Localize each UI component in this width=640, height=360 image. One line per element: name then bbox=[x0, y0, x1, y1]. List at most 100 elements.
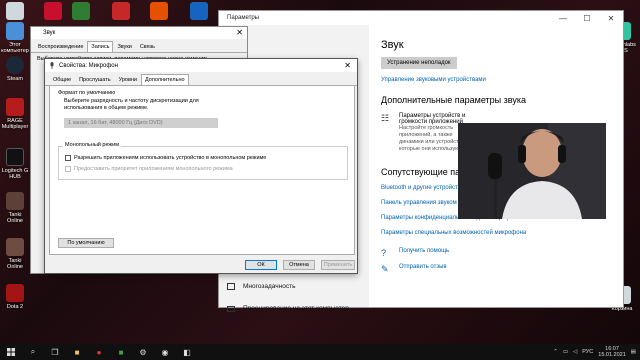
taskbar-app-obs[interactable]: ◉ bbox=[154, 344, 176, 360]
webcam-person-image bbox=[458, 123, 606, 219]
advanced-panel: Формат по умолчанию Выберите разрядность… bbox=[49, 85, 355, 255]
maximize-button[interactable]: ☐ bbox=[575, 11, 599, 25]
desktop-icon-this-pc[interactable]: Этот компьютер bbox=[0, 22, 30, 54]
tab-levels[interactable]: Уровни bbox=[115, 74, 141, 85]
priority-exclusive-checkbox[interactable]: Предоставить приоритет приложениям моноп… bbox=[65, 166, 233, 172]
close-button[interactable]: ✕ bbox=[599, 11, 623, 25]
volume-icon[interactable]: ◁ bbox=[573, 349, 577, 355]
desktop-icon-tanki-2[interactable]: Tanki Online bbox=[0, 238, 30, 270]
close-button[interactable]: ✕ bbox=[236, 27, 243, 39]
green-app-icon[interactable] bbox=[72, 2, 90, 20]
tab-listen[interactable]: Прослушать bbox=[75, 74, 115, 85]
tab-recording[interactable]: Запись bbox=[87, 41, 114, 52]
tab-advanced[interactable]: Дополнительно bbox=[141, 74, 189, 85]
blue-app-icon[interactable] bbox=[190, 2, 208, 20]
help-link[interactable]: Получить помощь bbox=[399, 248, 449, 254]
notifications-icon[interactable]: ▤ bbox=[631, 349, 636, 355]
checkbox-box[interactable] bbox=[65, 155, 71, 161]
ok-button[interactable]: ОК bbox=[245, 260, 277, 270]
desktop-icon-label: Dota 2 bbox=[6, 304, 24, 310]
cancel-button[interactable]: Отмена bbox=[283, 260, 315, 270]
tab-communications[interactable]: Связь bbox=[136, 41, 159, 52]
allow-exclusive-checkbox[interactable]: Разрешить приложениям использовать устро… bbox=[65, 155, 266, 161]
multitasking-icon bbox=[227, 283, 235, 290]
close-button[interactable]: ✕ bbox=[344, 59, 351, 72]
windows-icon bbox=[7, 348, 15, 356]
mic-properties-dialog: Свойства: Микрофон ✕ Общие Прослушать Ур… bbox=[44, 58, 358, 274]
gear-icon: ⚙ bbox=[139, 347, 147, 357]
desktop-icon-label: RAGE Multiplayer bbox=[1, 118, 29, 130]
tab-playback[interactable]: Воспроизведение bbox=[34, 41, 87, 52]
manage-devices-link[interactable]: Управление звуковыми устройствами bbox=[381, 77, 611, 83]
tab-general[interactable]: Общие bbox=[49, 74, 75, 85]
taskbar-app-green[interactable]: ■ bbox=[110, 344, 132, 360]
logitech-icon bbox=[6, 148, 24, 166]
sound-dialog-title: Звук bbox=[43, 30, 56, 36]
nav-item-label: Проецирование на этот компьютер bbox=[243, 305, 349, 312]
start-button[interactable] bbox=[0, 344, 22, 360]
exclusive-mode-group: Монопольный режим Разрешить приложениям … bbox=[58, 142, 348, 180]
desktop-icon-tanki-1[interactable]: Tanki Online bbox=[0, 192, 30, 224]
green-app-icon: ■ bbox=[118, 347, 124, 357]
help-icon: ? bbox=[381, 248, 387, 258]
settings-title: Параметры bbox=[227, 15, 259, 21]
tab-sounds[interactable]: Звуки bbox=[113, 41, 135, 52]
orange-app-icon[interactable] bbox=[150, 2, 168, 20]
tray-chevron-icon[interactable]: ⌃ bbox=[553, 349, 558, 355]
nav-item-multitasking[interactable]: Многозадачность bbox=[227, 283, 295, 290]
page-title: Звук bbox=[381, 39, 404, 51]
speaker-app-icon: ◧ bbox=[183, 347, 191, 357]
system-tray: ⌃ ▭ ◁ РУС 16:07 15.01.2021 ▤ bbox=[553, 344, 636, 360]
restore-defaults-button[interactable]: По умолчанию bbox=[58, 238, 114, 248]
acrobat-icon[interactable] bbox=[44, 2, 62, 20]
nav-item-projecting[interactable]: Проецирование на этот компьютер bbox=[227, 305, 349, 312]
microphone-icon bbox=[50, 62, 54, 69]
taskbar-app-yandex[interactable]: ● bbox=[88, 344, 110, 360]
taskbar: ⌕ ❐ ■ ● ■ ⚙ ◉ ◧ ⌃ ▭ ◁ РУС 16:07 15.01.20… bbox=[0, 344, 640, 360]
desktop-icon-ghub[interactable]: Logitech G HUB bbox=[0, 148, 30, 180]
feedback-row[interactable]: ✎ Отправить отзыв bbox=[381, 264, 611, 274]
taskbar-app-explorer[interactable]: ■ bbox=[66, 344, 88, 360]
taskbar-app-settings[interactable]: ⚙ bbox=[132, 344, 154, 360]
checkbox-box[interactable] bbox=[65, 166, 71, 172]
computer-icon bbox=[6, 22, 24, 40]
settings-titlebar: Параметры — ☐ ✕ bbox=[219, 11, 623, 25]
task-view-button[interactable]: ❐ bbox=[44, 344, 66, 360]
sound-tabs: Воспроизведение Запись Звуки Связь bbox=[31, 39, 247, 53]
desktop-icon-label: Этот компьютер bbox=[1, 42, 29, 54]
help-row[interactable]: ? Получить помощь bbox=[381, 248, 611, 258]
red-app-icon[interactable] bbox=[112, 2, 130, 20]
desktop-icon-label: Steam bbox=[7, 76, 23, 82]
props-tabs: Общие Прослушать Уровни Дополнительно bbox=[45, 72, 357, 86]
default-format-group: Выберите разрядность и частоту дискретиз… bbox=[58, 96, 348, 136]
default-format-desc: Выберите разрядность и частоту дискретиз… bbox=[64, 98, 199, 111]
desktop-icon-dota[interactable]: Dota 2 bbox=[0, 284, 30, 310]
task-view-icon: ❐ bbox=[51, 347, 59, 357]
minimize-button[interactable]: — bbox=[551, 11, 575, 25]
mic-accessibility-link[interactable]: Параметры специальных возможностей микро… bbox=[381, 230, 611, 236]
input-language[interactable]: РУС bbox=[582, 349, 593, 355]
feedback-icon: ✎ bbox=[381, 264, 389, 274]
desktop-icon-rage[interactable]: RAGE Multiplayer bbox=[0, 98, 30, 130]
props-titlebar: Свойства: Микрофон ✕ bbox=[45, 59, 357, 72]
sound-titlebar: Звук ✕ bbox=[31, 27, 247, 39]
webcam-overlay bbox=[458, 123, 606, 219]
projector-icon bbox=[227, 305, 235, 312]
troubleshoot-button[interactable]: Устранение неполадок bbox=[381, 57, 457, 69]
desktop-icon-label: Tanki Online bbox=[7, 212, 23, 224]
taskbar-app-sound[interactable]: ◧ bbox=[176, 344, 198, 360]
steam-icon bbox=[6, 56, 24, 74]
desktop-icon-steam[interactable]: Steam bbox=[0, 56, 30, 82]
network-icon[interactable]: ▭ bbox=[563, 349, 568, 355]
clock-date: 15.01.2021 bbox=[598, 352, 626, 358]
default-format-select[interactable]: 1 канал, 16 бит, 48000 Гц (Диск DVD) bbox=[64, 118, 218, 128]
tank-icon bbox=[6, 238, 24, 256]
search-button[interactable]: ⌕ bbox=[22, 344, 44, 360]
apply-button[interactable]: Применить bbox=[321, 260, 355, 270]
recycle-bin-icon[interactable] bbox=[6, 2, 24, 20]
search-icon: ⌕ bbox=[30, 347, 36, 356]
obs-icon: ◉ bbox=[161, 347, 169, 357]
feedback-link[interactable]: Отправить отзыв bbox=[399, 264, 447, 270]
clock[interactable]: 16:07 15.01.2021 bbox=[598, 346, 626, 358]
sliders-icon: ☷ bbox=[381, 113, 390, 123]
